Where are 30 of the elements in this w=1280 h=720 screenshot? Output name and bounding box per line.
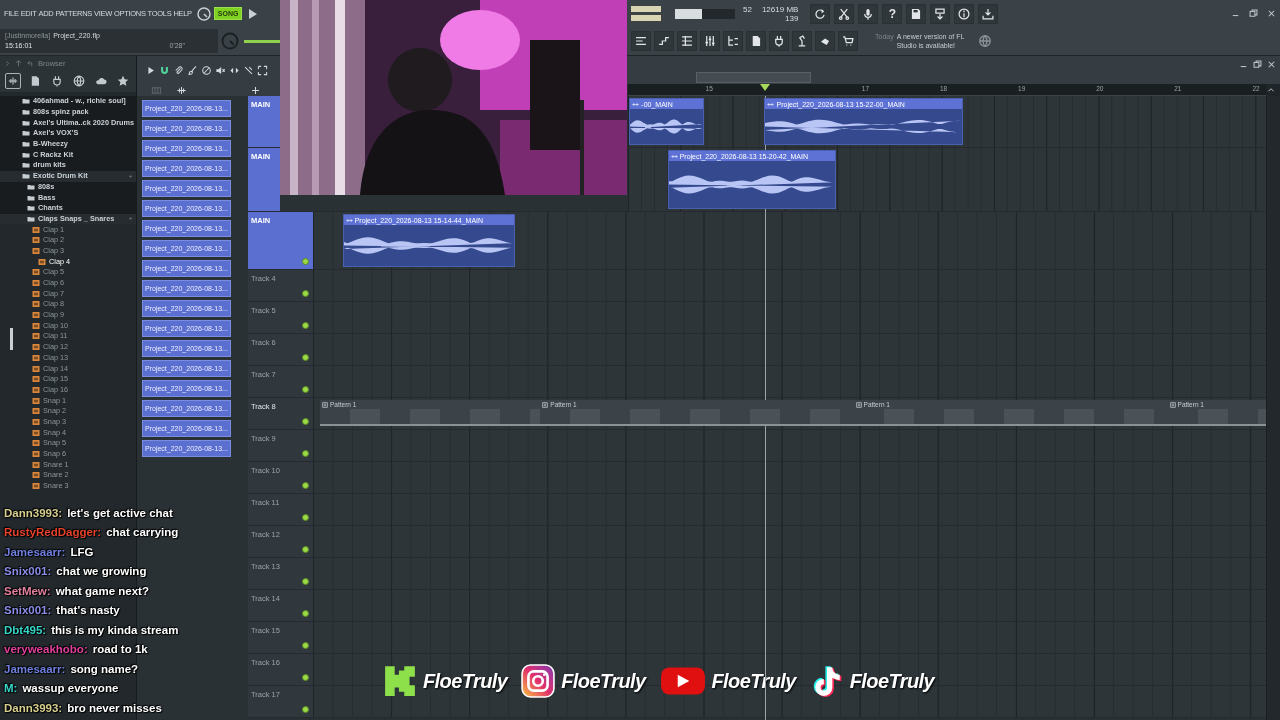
chat-message: that's nasty [56,604,120,617]
chat-message: wassup everyone [22,682,119,695]
voices-count: 52 [743,4,752,14]
chat-username: Jamesaarr: [4,545,66,558]
help-button[interactable]: ? [882,3,903,24]
chat-message: song name? [70,662,139,675]
polyphony-count: 139 [785,13,799,23]
memory-usage: 12619 MB [761,4,799,14]
chat-message: bro never misses [67,701,162,714]
social-handle: FloeTruly [561,669,646,693]
chat-username: Jamesaarr: [4,662,66,675]
chat-username: M: [4,682,18,695]
chat-message: chat we growing [56,565,147,578]
chat-message: chat carrying [106,526,179,539]
social-handle: FloeTruly [711,669,796,693]
chat-username: Dbt495: [4,623,47,636]
social-handle: FloeTruly [423,669,508,693]
chat-message: let's get active chat [67,506,173,519]
social-handle: FloeTruly [849,669,934,693]
chat-username: Snix001: [4,565,52,578]
chat-username: Snix001: [4,604,52,617]
chat-username: SetMew: [4,584,51,597]
chat-message: what game next? [55,584,149,597]
chat-message: this is my kinda stream [51,623,179,636]
chat-username: veryweakhobo: [4,643,88,656]
chat-message: LFG [70,545,94,558]
chat-username: Dann3993: [4,506,63,519]
chat-username: RustyRedDagger: [4,526,102,539]
chat-username: Dann3993: [4,701,63,714]
chat-message: road to 1k [92,643,148,656]
